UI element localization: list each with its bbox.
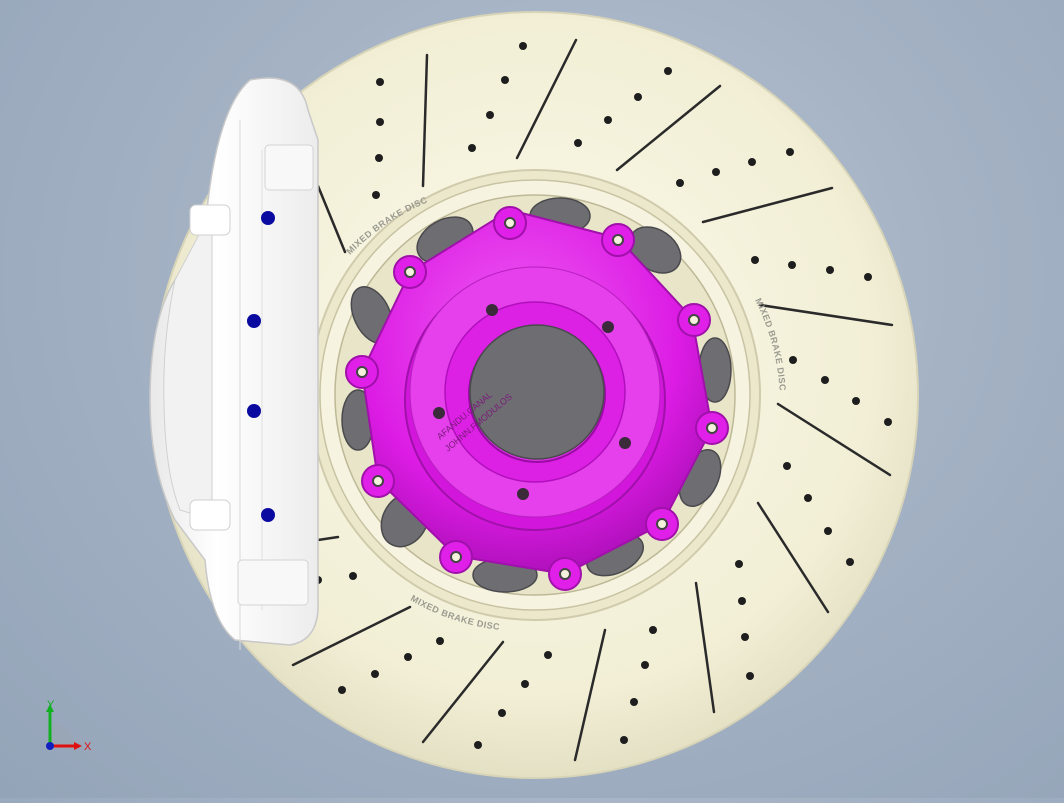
brake-assembly-model[interactable]: MIXED BRAKE DISC MIXED BRAKE DISC MIXED …	[0, 0, 1064, 798]
coordinate-triad: X Y	[38, 699, 98, 760]
brake-caliper[interactable]	[149, 77, 319, 650]
y-axis-label: Y	[47, 700, 55, 711]
z-axis-dot	[46, 742, 54, 750]
hub-center-bore	[469, 324, 605, 460]
x-axis-label: X	[84, 741, 92, 753]
cad-3d-viewport[interactable]: MIXED BRAKE DISC MIXED BRAKE DISC MIXED …	[0, 0, 1064, 798]
